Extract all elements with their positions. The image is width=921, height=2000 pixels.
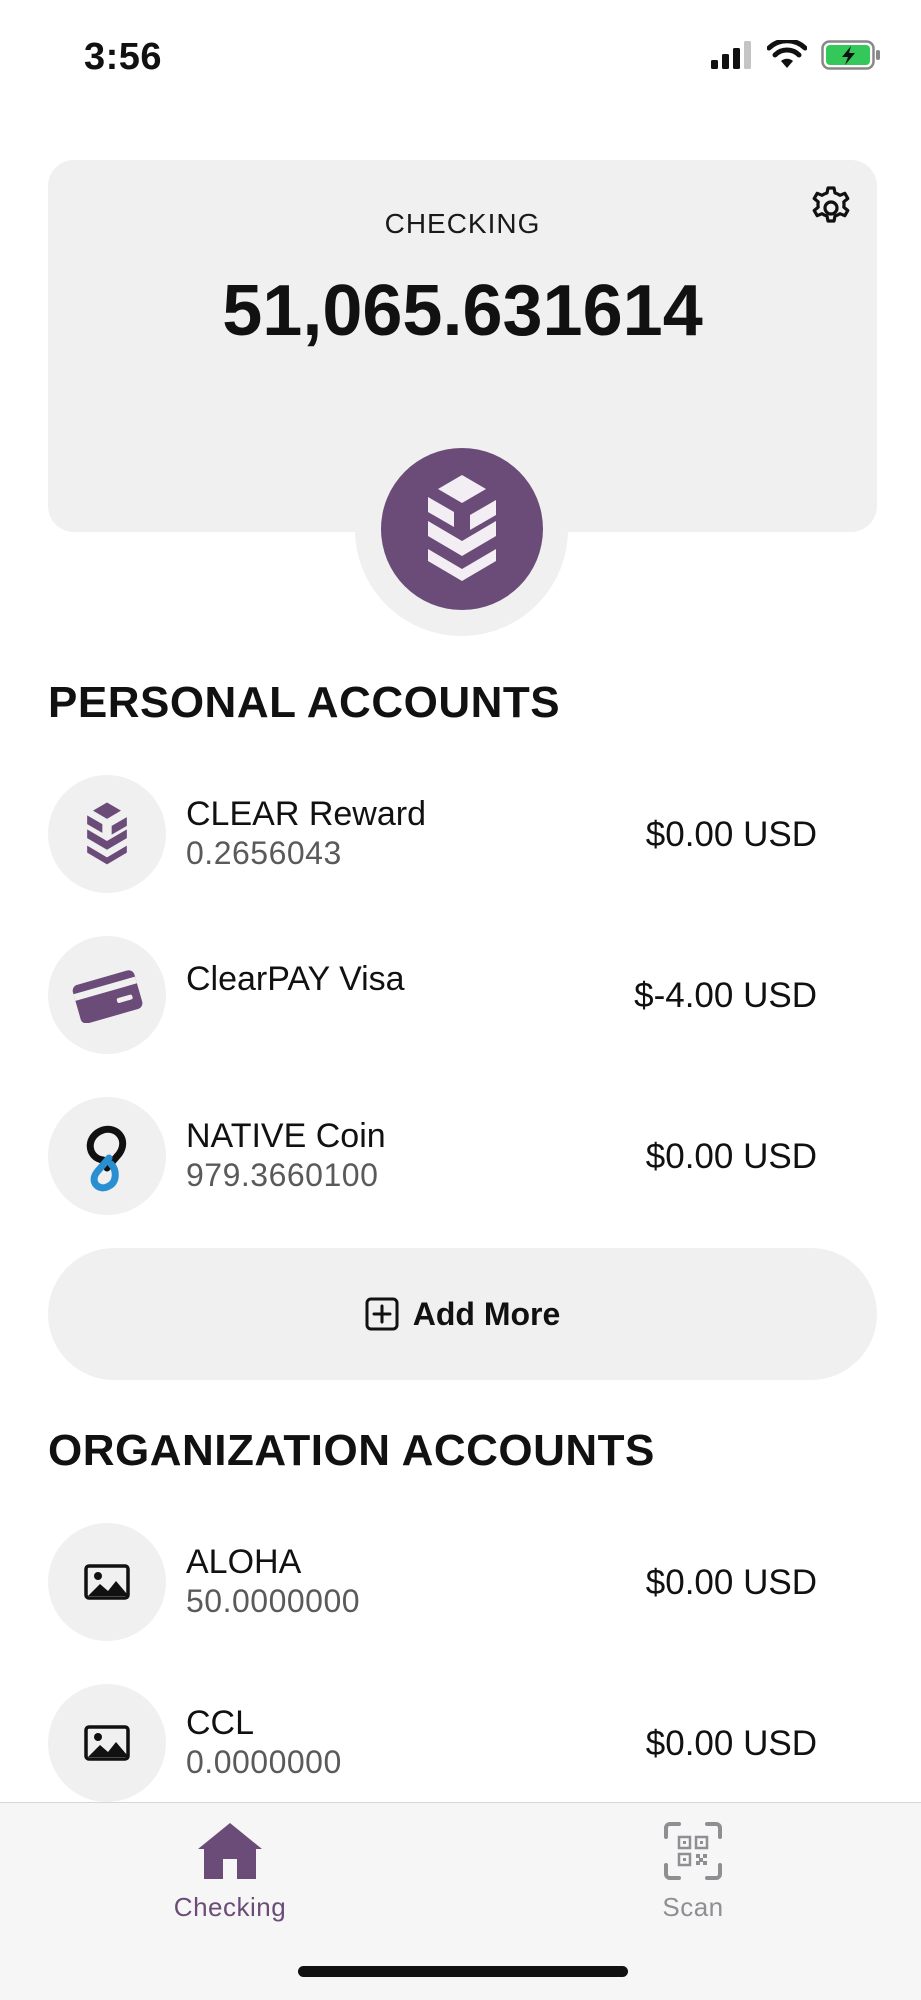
account-row-native-coin[interactable]: NATIVE Coin 979.3660100 $0.00 USD xyxy=(48,1097,877,1217)
account-icon xyxy=(48,936,166,1054)
tab-scan-label: Scan xyxy=(662,1892,724,1922)
tab-checking-label: Checking xyxy=(173,1892,287,1922)
image-placeholder-icon xyxy=(84,1564,130,1600)
add-more-button[interactable]: Add More xyxy=(48,1248,877,1380)
account-name: CLEAR Reward xyxy=(186,795,426,833)
status-time: 3:56 xyxy=(84,36,163,78)
settings-gear-icon[interactable] xyxy=(807,182,855,230)
balance-amount: 51,065.631614 xyxy=(222,271,703,351)
status-icons xyxy=(711,40,881,70)
brand-logo xyxy=(381,448,543,610)
battery-charging-icon xyxy=(821,40,880,70)
clear-logo-icon xyxy=(87,802,127,865)
account-quantity: 0.0000000 xyxy=(186,1744,342,1780)
account-value: $0.00 USD xyxy=(645,1137,817,1176)
account-icon xyxy=(48,775,166,893)
account-row-aloha[interactable]: ALOHA 50.0000000 $0.00 USD xyxy=(48,1523,877,1643)
account-icon xyxy=(48,1523,166,1641)
account-value: $0.00 USD xyxy=(645,815,817,854)
account-name: ClearPAY Visa xyxy=(186,960,405,998)
account-value: $0.00 USD xyxy=(645,1724,817,1763)
account-quantity: 0.2656043 xyxy=(186,835,342,871)
plus-square-icon xyxy=(365,1297,399,1331)
home-indicator xyxy=(298,1966,628,1977)
account-row-clear-reward[interactable]: CLEAR Reward 0.2656043 $0.00 USD xyxy=(48,775,877,895)
credit-card-icon xyxy=(72,970,143,1023)
status-bar: 3:56 xyxy=(0,0,921,110)
add-more-label: Add More xyxy=(412,1295,561,1332)
account-row-clearpay-visa[interactable]: ClearPAY Visa $-4.00 USD xyxy=(48,936,877,1056)
home-icon xyxy=(198,1823,262,1879)
image-placeholder-icon xyxy=(84,1725,130,1761)
balance-label: CHECKING xyxy=(384,208,541,239)
account-row-ccl[interactable]: CCL 0.0000000 $0.00 USD xyxy=(48,1684,877,1804)
cellular-signal-icon xyxy=(711,41,751,69)
account-name: ALOHA xyxy=(186,1543,302,1581)
account-value: $-4.00 USD xyxy=(634,976,817,1015)
tab-scan[interactable]: Scan xyxy=(593,1821,793,1923)
wifi-icon xyxy=(767,40,807,68)
qr-scan-icon xyxy=(664,1822,722,1880)
account-icon xyxy=(48,1097,166,1215)
tab-checking[interactable]: Checking xyxy=(130,1821,330,1923)
account-icon xyxy=(48,1684,166,1802)
native-coin-icon xyxy=(86,1125,127,1192)
clear-logo-icon xyxy=(428,475,496,581)
account-name: NATIVE Coin xyxy=(186,1117,386,1155)
personal-accounts-title: PERSONAL ACCOUNTS xyxy=(48,678,561,727)
organization-accounts-title: ORGANIZATION ACCOUNTS xyxy=(48,1426,655,1475)
account-quantity: 50.0000000 xyxy=(186,1583,361,1619)
account-value: $0.00 USD xyxy=(645,1563,817,1602)
account-quantity: 979.3660100 xyxy=(186,1157,379,1193)
account-name: CCL xyxy=(186,1704,255,1742)
